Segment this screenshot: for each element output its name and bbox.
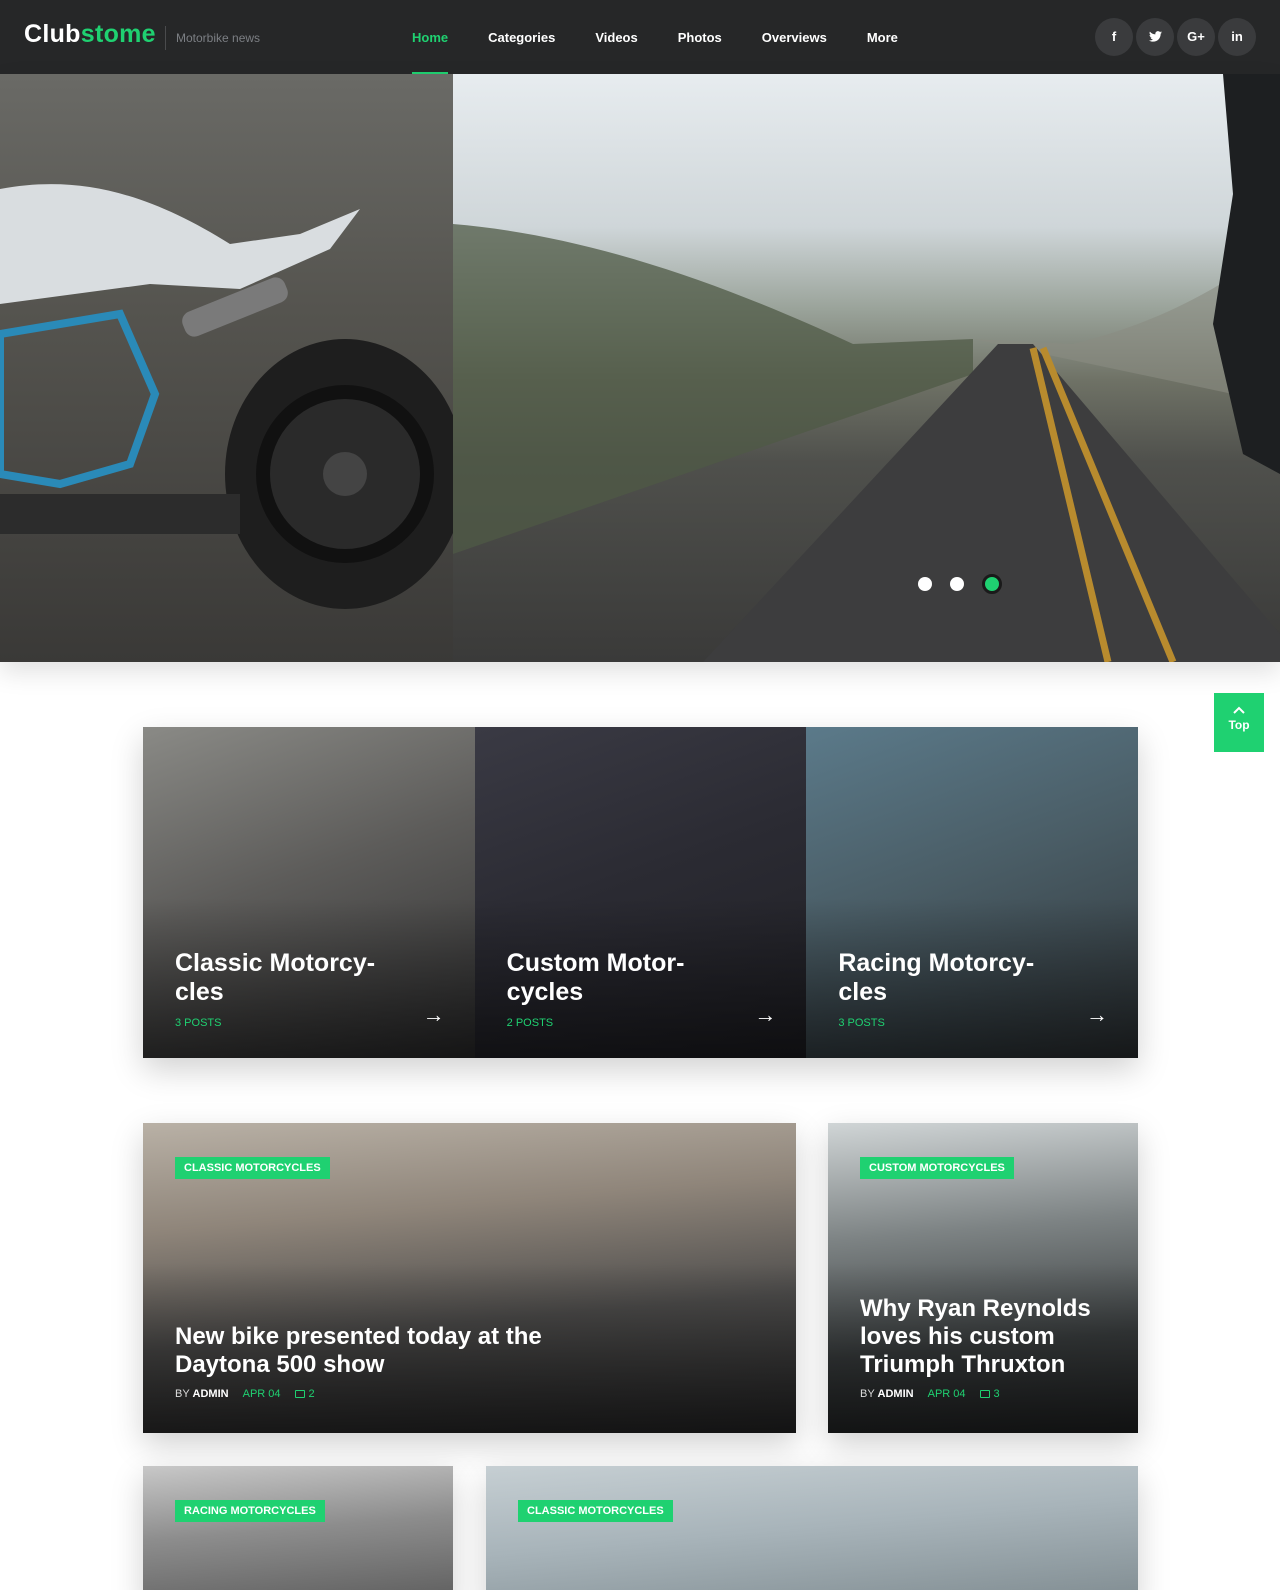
site-logo[interactable]: Clubstome	[24, 20, 156, 49]
category-post-count: 3 POSTS	[838, 1017, 885, 1029]
post-category-tag[interactable]: CLASSIC MOTORCYCLES	[518, 1500, 673, 1522]
post-author-name: ADMIN	[192, 1388, 229, 1400]
twitter-icon[interactable]	[1136, 18, 1174, 56]
social-links: f G+ in	[1095, 18, 1256, 56]
arrow-right-icon[interactable]: →	[1086, 1002, 1108, 1028]
category-card-classic[interactable]: Classic Motorcy-cles 3 POSTS →	[143, 727, 475, 1058]
logo-main: Club	[24, 20, 81, 48]
post-comment-count: 2	[308, 1388, 315, 1400]
back-to-top-label: Top	[1228, 718, 1250, 732]
post-author[interactable]: BY ADMIN	[175, 1388, 229, 1400]
slider-dots	[918, 574, 1002, 594]
post-date: APR 04	[927, 1388, 966, 1400]
post-category-tag[interactable]: CLASSIC MOTORCYCLES	[175, 1157, 330, 1179]
site-tagline: Motorbike news	[165, 26, 260, 50]
post-comments[interactable]: 2	[294, 1388, 315, 1400]
logo-accent: stome	[80, 20, 156, 48]
arrow-right-icon[interactable]: →	[754, 1002, 776, 1028]
facebook-icon[interactable]: f	[1095, 18, 1133, 56]
post-title[interactable]: New bike presented today at the Daytona …	[175, 1323, 575, 1379]
nav-photos[interactable]: Photos	[658, 0, 742, 74]
slider-dot-3[interactable]	[982, 574, 1002, 594]
post-card-ryan-reynolds[interactable]: CUSTOM MOTORCYCLES Why Ryan Reynolds lov…	[828, 1123, 1138, 1433]
category-title: Classic Motorcy-cles	[175, 949, 376, 1006]
post-by-label: BY	[175, 1388, 190, 1400]
category-title: Racing Motorcy-cles	[838, 949, 1035, 1006]
comment-icon	[294, 1390, 305, 1398]
main-nav: Home Categories Videos Photos Overviews …	[392, 0, 918, 74]
post-date: APR 04	[242, 1388, 281, 1400]
post-author-name: ADMIN	[877, 1388, 914, 1400]
post-author[interactable]: BY ADMIN	[860, 1388, 914, 1400]
post-comments[interactable]: 3	[979, 1388, 1000, 1400]
hero-slider	[0, 74, 1280, 662]
post-card-daytona[interactable]: CLASSIC MOTORCYCLES New bike presented t…	[143, 1123, 796, 1433]
google-plus-icon[interactable]: G+	[1177, 18, 1215, 56]
post-title[interactable]: Why Ryan Reynolds loves his custom Trium…	[860, 1295, 1120, 1379]
post-card-racing[interactable]: RACING MOTORCYCLES	[143, 1466, 453, 1590]
hero-image-road	[453, 74, 1280, 662]
category-post-count: 2 POSTS	[506, 1017, 554, 1029]
post-card-classic[interactable]: CLASSIC MOTORCYCLES	[486, 1466, 1138, 1590]
nav-home[interactable]: Home	[392, 0, 468, 74]
category-title: Custom Motor-cycles	[506, 949, 685, 1006]
category-post-count: 3 POSTS	[175, 1017, 222, 1029]
post-meta: BY ADMIN APR 04 2	[175, 1388, 315, 1400]
comment-icon	[979, 1390, 990, 1398]
nav-categories[interactable]: Categories	[468, 0, 575, 74]
site-header: Clubstome Motorbike news Home Categories…	[0, 0, 1280, 74]
linkedin-icon[interactable]: in	[1218, 18, 1256, 56]
category-cards: Classic Motorcy-cles 3 POSTS → Custom Mo…	[143, 727, 1139, 1058]
hero-image-motorcycle	[0, 74, 465, 662]
arrow-right-icon[interactable]: →	[423, 1002, 445, 1028]
slider-dot-1[interactable]	[918, 577, 932, 591]
post-comment-count: 3	[993, 1388, 1000, 1400]
nav-more[interactable]: More	[847, 0, 918, 74]
nav-videos[interactable]: Videos	[575, 0, 657, 74]
chevron-up-icon	[1214, 693, 1264, 715]
nav-overviews[interactable]: Overviews	[742, 0, 847, 74]
category-card-racing[interactable]: Racing Motorcy-cles 3 POSTS →	[806, 727, 1139, 1058]
category-card-custom[interactable]: Custom Motor-cycles 2 POSTS →	[474, 727, 807, 1058]
slider-dot-2[interactable]	[950, 577, 964, 591]
back-to-top-button[interactable]: Top	[1214, 693, 1264, 752]
post-category-tag[interactable]: CUSTOM MOTORCYCLES	[860, 1157, 1014, 1179]
post-by-label: BY	[860, 1388, 875, 1400]
post-meta: BY ADMIN APR 04 3	[860, 1388, 1000, 1400]
post-category-tag[interactable]: RACING MOTORCYCLES	[175, 1500, 325, 1522]
